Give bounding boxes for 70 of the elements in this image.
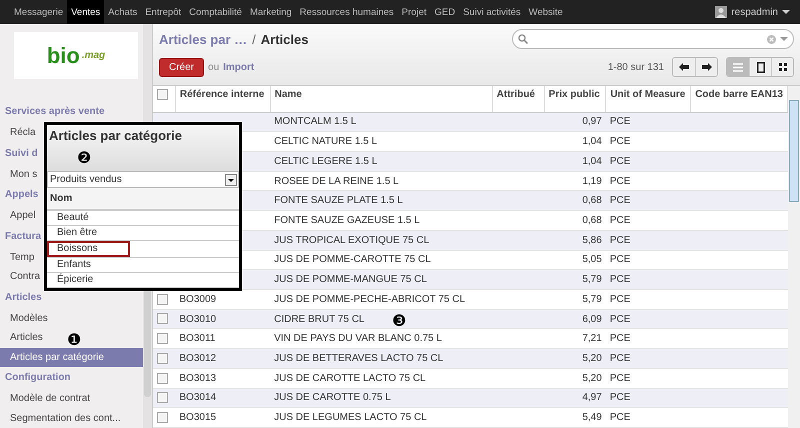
table-cell: JUS TROPICAL EXOTIQUE 75 CL — [274, 234, 430, 246]
or-label: ou — [208, 62, 220, 72]
table-cell: CELTIC NATURE 1.5 L — [274, 136, 378, 148]
sidebar-heading: Appels — [4, 188, 40, 202]
callout-number: ❷ — [77, 151, 91, 167]
table-cell: JUS DE POMME-MANGUE 75 CL — [274, 274, 427, 286]
table-cell: PCE — [610, 116, 630, 128]
table-cell: BO3013 — [179, 372, 216, 384]
table-cell: ROSEE DE LA REINE 1.5 L — [274, 176, 399, 187]
table-cell: 7,21 — [582, 333, 602, 344]
table-cell: 0,97 — [582, 116, 602, 128]
table-cell: BO3014 — [179, 392, 216, 404]
table-cell: 5,20 — [582, 372, 602, 384]
table-cell: 5,05 — [582, 254, 602, 266]
table-cell: BO3011 — [179, 333, 216, 344]
table-cell: 0,68 — [582, 214, 602, 226]
pager-count: 1-80 sur 131 — [608, 62, 664, 72]
table-cell: JUS DE CAROTTE 0.75 L — [274, 392, 391, 404]
table-cell: 1,19 — [582, 176, 602, 187]
table-cell: PCE — [610, 254, 630, 266]
table-cell: PCE — [610, 214, 630, 226]
table-cell: PCE — [610, 372, 630, 384]
table-cell: PCE — [610, 156, 630, 167]
table-cell: BO3012 — [179, 352, 216, 364]
table-cell: BO3010 — [179, 314, 216, 325]
sidebar-heading: Articles — [4, 290, 43, 304]
callout-number: ❶ — [67, 333, 81, 349]
sidebar-heading: Suivi d — [4, 146, 39, 160]
table-cell: 6,09 — [582, 314, 602, 325]
popup-title: Articles par catégorie — [48, 127, 183, 143]
sidebar-heading: Factura — [4, 230, 42, 244]
table-cell: 5,79 — [582, 294, 602, 305]
page-title: Articles — [260, 32, 308, 46]
table-cell: PCE — [610, 352, 630, 364]
table-cell: 1,04 — [582, 136, 602, 148]
table-cell: PCE — [610, 195, 630, 206]
table-cell: PCE — [610, 333, 630, 344]
table-cell: 0,68 — [582, 195, 602, 206]
table-cell: JUS DE CAROTTE LACTO 75 CL — [274, 372, 426, 384]
table-cell: JUS DE BETTERAVES LACTO 75 CL — [274, 352, 444, 364]
table-cell: PCE — [610, 274, 630, 286]
table-cell: VIN DE PAYS DU VAR BLANC 0.75 L — [274, 333, 442, 344]
table-cell: PCE — [610, 234, 630, 246]
table-cell: BO3009 — [179, 294, 216, 305]
table-cell: PCE — [610, 314, 630, 325]
table-cell: PCE — [610, 176, 630, 187]
sidebar-heading: Configuration — [4, 371, 72, 385]
table-cell: PCE — [610, 392, 630, 404]
table-cell: JUS DE POMME-PECHE-ABRICOT 75 CL — [274, 294, 466, 305]
table-cell: FONTE SAUZE PLATE 1.5 L — [274, 195, 403, 206]
table-cell: MONTCALM 1.5 L — [274, 116, 356, 128]
table-cell: PCE — [610, 412, 630, 424]
table-cell: 5,49 — [582, 412, 602, 424]
breadcrumb-separator: / — [252, 32, 256, 46]
sidebar-heading: Services après vente — [4, 105, 106, 119]
table-cell: PCE — [610, 294, 630, 305]
table-cell: 5,79 — [582, 274, 602, 286]
table-cell: PCE — [610, 136, 630, 148]
table-cell: FONTE SAUZE GAZEUSE 1.5 L — [274, 214, 420, 226]
table-cell: 5,86 — [582, 234, 602, 246]
table-cell: BO3015 — [179, 412, 216, 424]
table-cell: 4,97 — [582, 392, 602, 404]
table-cell: CELTIC LEGERE 1.5 L — [274, 156, 378, 167]
table-cell: 5,20 — [582, 352, 602, 364]
callout-number: ❸ — [392, 314, 406, 330]
table-cell: CIDRE BRUT 75 CL — [274, 314, 364, 325]
table-cell: JUS DE POMME-CAROTTE 75 CL — [274, 254, 431, 266]
table-cell: 1,04 — [582, 156, 602, 167]
column-header: Nom — [47, 188, 239, 211]
table-cell: JUS DE LEGUMES LACTO 75 CL — [274, 412, 427, 424]
